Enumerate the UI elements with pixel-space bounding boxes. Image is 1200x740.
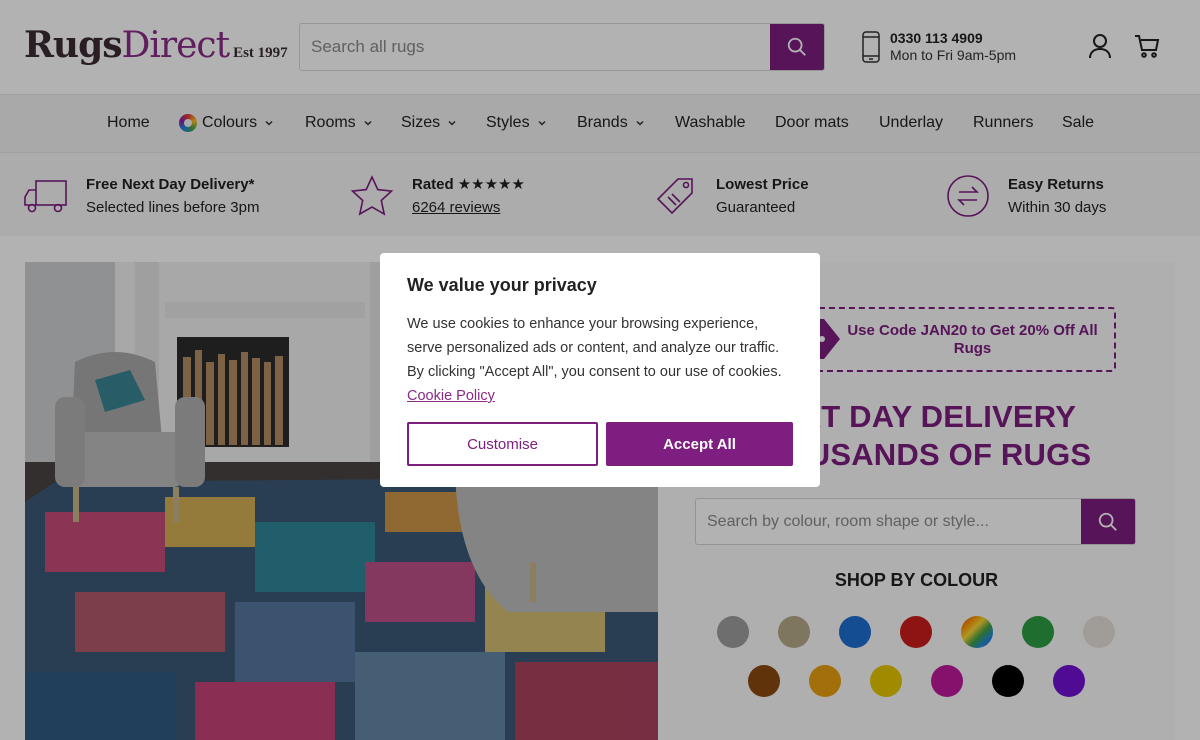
cookie-dialog-text: We use cookies to enhance your browsing … [407, 316, 782, 380]
customise-button[interactable]: Customise [407, 422, 598, 466]
cookie-dialog-body: We use cookies to enhance your browsing … [407, 312, 793, 408]
accept-all-button[interactable]: Accept All [606, 422, 793, 466]
cookie-policy-link[interactable]: Cookie Policy [407, 388, 495, 404]
cookie-consent-dialog: We value your privacy We use cookies to … [380, 253, 820, 487]
cookie-dialog-title: We value your privacy [407, 275, 597, 295]
